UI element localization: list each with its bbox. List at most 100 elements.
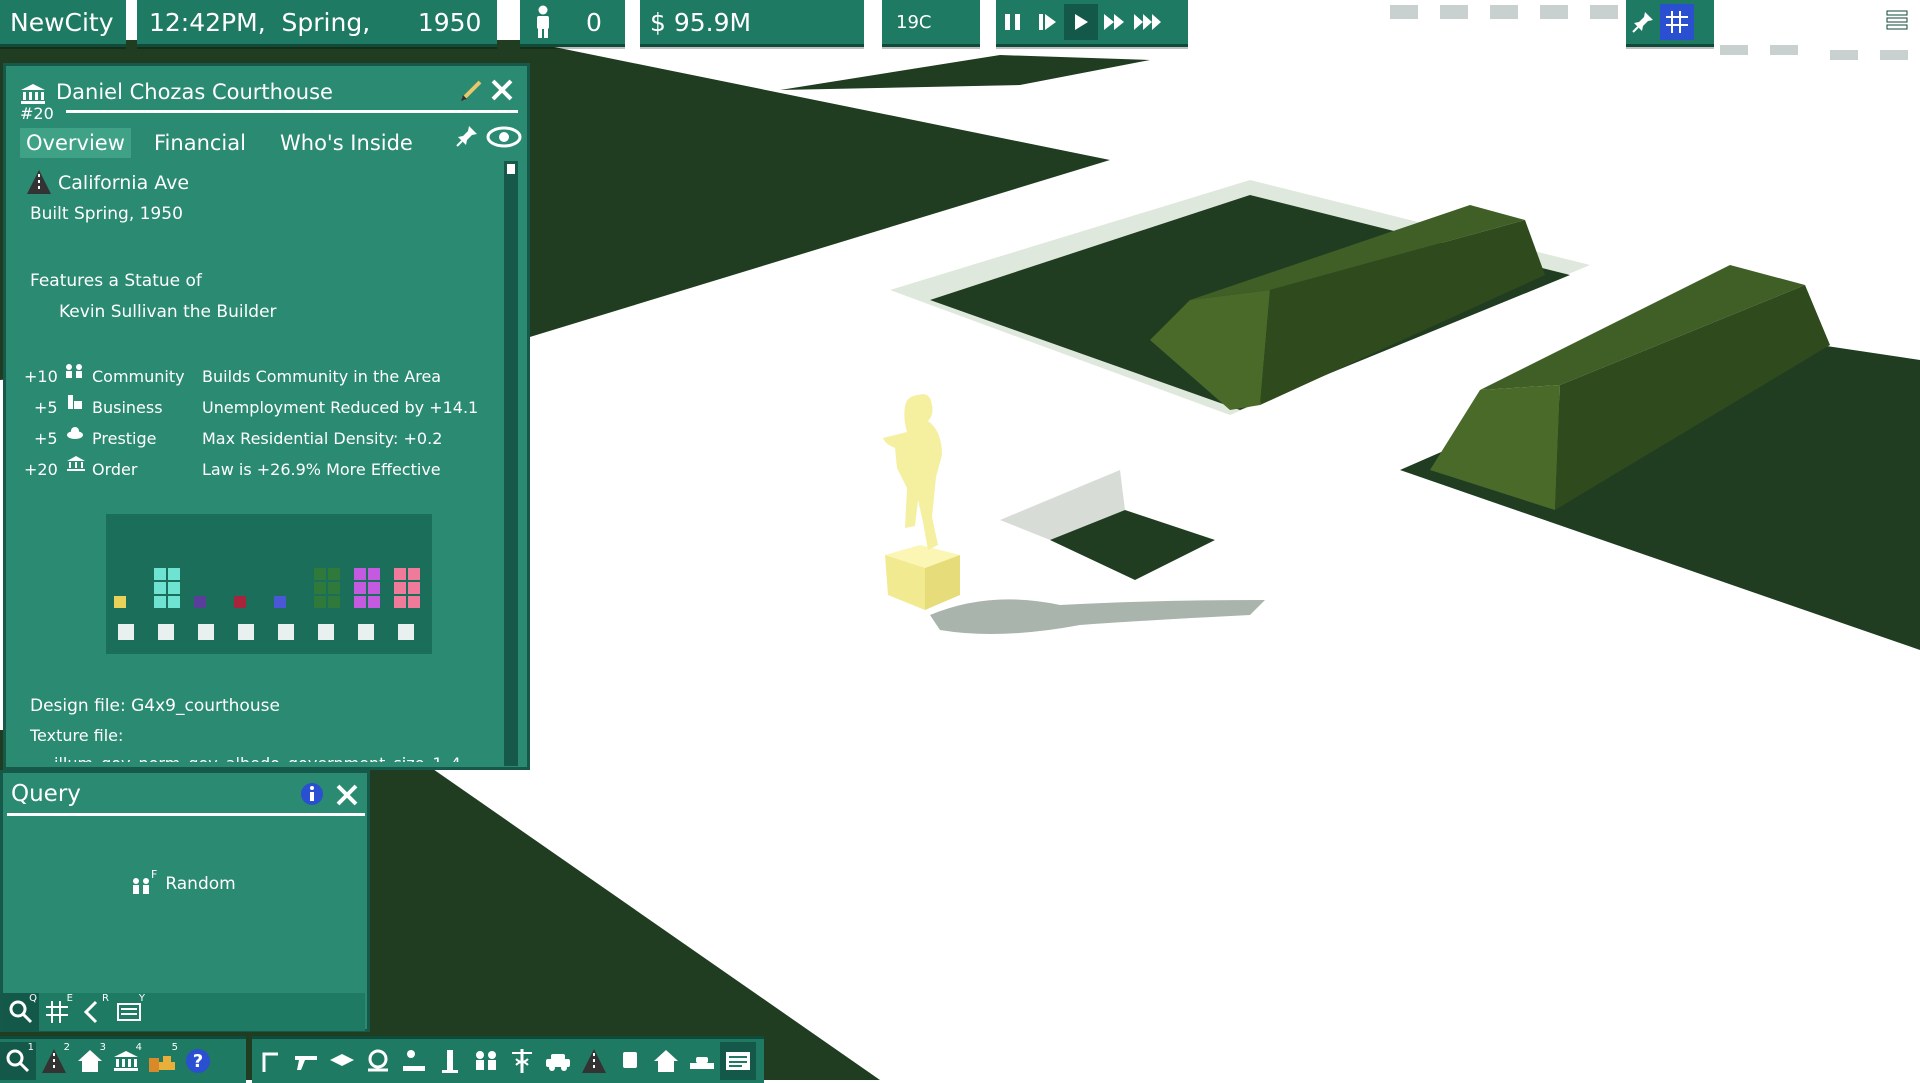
key-hint: 1 [27, 1042, 34, 1053]
pin-button[interactable] [1626, 4, 1660, 40]
building-title: Daniel Chozas Courthouse [56, 80, 333, 104]
overlay-education-button[interactable] [324, 1042, 360, 1080]
scrollbar[interactable] [504, 161, 518, 766]
overlay-jobs-button[interactable] [396, 1042, 432, 1080]
view-building-button[interactable] [486, 124, 522, 150]
random-button[interactable]: F Random [129, 868, 236, 899]
chart-category-icon [158, 624, 174, 640]
temperature-box: 19C [882, 0, 980, 47]
parking-icon [690, 1057, 714, 1069]
city-name: NewCity [10, 7, 114, 37]
overlay-news-button[interactable] [720, 1042, 756, 1080]
zone-tool-button[interactable]: 3 [72, 1042, 108, 1080]
chart-block [274, 596, 286, 608]
feature-line-1: Features a Statue of [30, 271, 202, 291]
caduceus-icon [512, 1049, 532, 1073]
pin-icon [1632, 12, 1653, 33]
chart-category-icon [278, 624, 294, 640]
bulldozer-tool-button[interactable]: 5 [144, 1042, 180, 1080]
datetime: 12:42PM, Spring, 1950 [149, 7, 482, 37]
key-hint: Y [138, 993, 145, 1004]
close-panel-button[interactable] [488, 76, 516, 104]
tab-whos-inside[interactable]: Who's Inside [274, 128, 419, 158]
effect-name: Order [92, 460, 138, 479]
scrollbar-thumb[interactable] [507, 164, 515, 174]
community-icon [476, 1051, 496, 1070]
building-tool-button[interactable]: 4 [108, 1042, 144, 1080]
effect-row-prestige: +5 Prestige Max Residential Density: +0.… [24, 427, 504, 451]
query-title-underline [7, 813, 365, 816]
close-icon [491, 79, 513, 101]
road-tool-button[interactable]: 2 [36, 1042, 72, 1080]
key-hint: 5 [171, 1042, 178, 1053]
key-hint: R [102, 993, 109, 1004]
grid-query-button[interactable]: E [39, 993, 75, 1031]
view-toggles [1626, 0, 1714, 47]
route-query-button[interactable]: R [75, 993, 111, 1031]
chart-block [408, 568, 420, 580]
building-icon [21, 84, 45, 104]
pin-panel-button[interactable] [454, 124, 480, 150]
menu-button[interactable] [1884, 6, 1912, 34]
effect-row-order: +20 Order Law is +26.9% More Effective [24, 456, 504, 482]
play-button[interactable] [1064, 4, 1098, 40]
overlay-health-button[interactable] [504, 1042, 540, 1080]
overlay-density-button[interactable] [432, 1042, 468, 1080]
overlay-parking-button[interactable] [684, 1042, 720, 1080]
title-underline [66, 110, 518, 113]
pause-icon [1005, 14, 1020, 30]
address[interactable]: California Ave [58, 172, 189, 194]
built-date: Built Spring, 1950 [30, 204, 183, 224]
speed-controls [996, 0, 1188, 47]
building-number: #20 [20, 104, 54, 123]
list-query-button[interactable]: Y [111, 993, 147, 1031]
newspaper-icon [726, 1052, 750, 1070]
chart-block [154, 596, 166, 608]
needs-chart [106, 514, 432, 654]
city-name-box[interactable]: NewCity [0, 0, 126, 47]
fastest-button[interactable] [1132, 4, 1166, 40]
grid-button[interactable] [1660, 4, 1694, 40]
help-label: ? [192, 1050, 204, 1072]
effect-amount: +5 [34, 429, 58, 448]
statue[interactable] [883, 394, 960, 610]
overlay-community-button[interactable] [468, 1042, 504, 1080]
help-button[interactable]: ? [180, 1042, 216, 1080]
chart-block [394, 582, 406, 594]
step-button[interactable] [1030, 4, 1064, 40]
effect-name: Community [92, 367, 185, 386]
chart-block [368, 568, 380, 580]
key-hint: 3 [99, 1042, 106, 1053]
money-box[interactable]: $ 95.9M [640, 0, 864, 47]
prestige-icon [67, 427, 83, 439]
person-icon [537, 5, 549, 38]
tab-financial[interactable]: Financial [148, 128, 252, 158]
fastest-icon [1134, 14, 1161, 30]
building-info-panel: Daniel Chozas Courthouse #20 Overview Fi… [3, 63, 530, 770]
money-hand-icon [368, 1049, 388, 1072]
info-button[interactable] [299, 781, 325, 807]
overlay-housing-button[interactable] [648, 1042, 684, 1080]
chart-category-icon [318, 624, 334, 640]
query-tool-button[interactable]: Q [3, 993, 39, 1031]
query-tool-button[interactable]: 1 [0, 1042, 36, 1080]
close-query-button[interactable] [333, 781, 361, 809]
overlay-road-button[interactable] [576, 1042, 612, 1080]
chart-block [168, 596, 180, 608]
overlay-crime-button[interactable] [288, 1042, 324, 1080]
overlay-money-button[interactable] [360, 1042, 396, 1080]
overlay-traffic-button[interactable] [540, 1042, 576, 1080]
chart-block [328, 568, 340, 580]
chart-block [194, 596, 206, 608]
pause-button[interactable] [996, 4, 1030, 40]
chart-block [234, 596, 246, 608]
tab-overview[interactable]: Overview [20, 128, 131, 158]
edit-button[interactable] [458, 76, 486, 104]
overlay-transit-button[interactable] [612, 1042, 648, 1080]
population-box[interactable]: 0 [520, 0, 625, 47]
overlay-roads-button[interactable] [252, 1042, 288, 1080]
effect-amount: +10 [24, 367, 58, 386]
effect-desc: Unemployment Reduced by +14.1 [202, 398, 479, 417]
fast-forward-button[interactable] [1098, 4, 1132, 40]
bus-icon [623, 1052, 637, 1068]
